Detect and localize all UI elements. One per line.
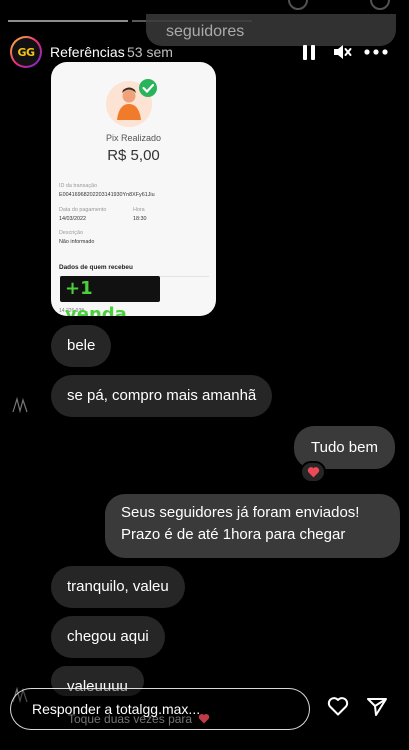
- receipt-txn-label: ID da transação: [59, 183, 98, 189]
- receipt-hour-label: Hora: [133, 207, 145, 213]
- message-bubble[interactable]: tranquilo, valeu: [51, 566, 185, 608]
- pause-icon[interactable]: [301, 40, 317, 64]
- message-bubble-sent[interactable]: Seus seguidores já foram enviados! Prazo…: [105, 494, 400, 558]
- receipt-desc-label: Descrição: [59, 230, 83, 236]
- message-bubble[interactable]: se pá, compro mais amanhã: [51, 375, 273, 417]
- receipt-date-label: Data do pagamento: [59, 207, 107, 213]
- profile-name[interactable]: Referências: [50, 44, 125, 60]
- faded-icon: [288, 0, 308, 10]
- message-bubble[interactable]: bele: [51, 325, 112, 367]
- send-icon[interactable]: [365, 695, 389, 719]
- receipt-amount: R$ 5,00: [107, 147, 160, 164]
- profile-avatar[interactable]: GG: [10, 36, 42, 68]
- story-timestamp: 53 sem: [127, 44, 173, 60]
- message-line: Prazo é de até 1hora para chegar: [121, 526, 346, 543]
- heart-icon: [199, 713, 210, 724]
- person-illustration-icon: [106, 79, 157, 127]
- receipt-desc-value: Não informado: [59, 239, 95, 245]
- like-heart-icon[interactable]: [326, 694, 350, 718]
- payment-receipt-image[interactable]: Pix Realizado R$ 5,00 ID da transação E0…: [51, 62, 216, 316]
- avatar-logo: GG: [12, 38, 40, 66]
- double-tap-hint-text: Toque duas vezes para: [68, 712, 193, 726]
- receipt-txn-id: E0041696820220314193​0Yn8XFy61Jiu: [59, 192, 155, 198]
- receipt-title: Pix Realizado: [105, 133, 162, 143]
- more-options-icon[interactable]: [362, 40, 390, 64]
- faded-icon: [370, 0, 390, 10]
- receipt-hour-value: 18:30: [133, 216, 147, 222]
- heart-reaction-icon[interactable]: [300, 461, 326, 483]
- message-line: Seus seguidores já foram enviados!: [121, 504, 360, 521]
- receipt-date-value: 14/03/2022: [59, 216, 86, 222]
- mute-icon[interactable]: [330, 40, 354, 64]
- double-tap-hint: Toque duas vezes para: [68, 712, 210, 726]
- receipt-section-title: Dados de quem recebeu: [59, 264, 133, 271]
- story-progress-bar: [8, 20, 128, 22]
- message-bubble[interactable]: chegou aqui: [51, 616, 165, 658]
- sale-tag: +1 venda: [60, 276, 160, 316]
- sender-avatar-icon: [12, 396, 28, 414]
